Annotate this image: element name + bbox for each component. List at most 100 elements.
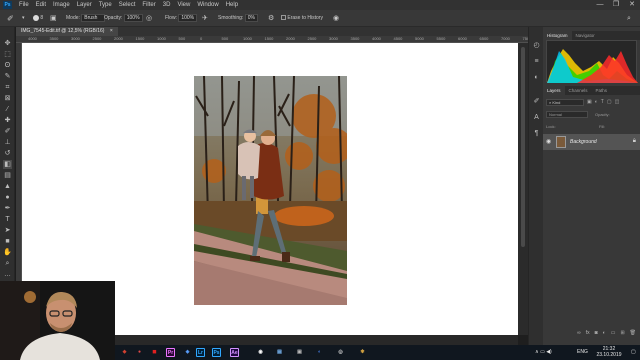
menu-file[interactable]: File <box>19 0 29 10</box>
filter-smart-object-icon[interactable]: ◫ <box>615 99 620 106</box>
quick-selection-tool-icon[interactable]: ✎ <box>3 72 12 81</box>
delete-layer-icon[interactable]: 🗑︎ <box>630 329 636 337</box>
erase-to-history-checkbox[interactable] <box>281 15 286 21</box>
menu-image[interactable]: Image <box>53 0 70 10</box>
paragraph-panel-icon[interactable]: ¶ <box>532 129 541 138</box>
menu-3d[interactable]: 3D <box>163 0 171 10</box>
menu-help[interactable]: Help <box>226 0 238 10</box>
filter-adjustment-icon[interactable]: ◐ <box>595 99 598 106</box>
photoshop-logo-icon[interactable]: Ps <box>3 1 12 9</box>
layer-style-icon[interactable]: fx <box>586 329 590 337</box>
new-layer-icon[interactable]: ⊞ <box>620 329 624 337</box>
adjustments-panel-icon[interactable]: ◐ <box>532 73 541 82</box>
new-adjustment-icon[interactable]: ◐ <box>603 329 606 337</box>
smoothing-settings-icon[interactable]: ⚙ <box>268 10 274 27</box>
taskbar-app-icon[interactable]: ◉ <box>256 348 265 357</box>
mode-select[interactable]: Brush <box>81 13 106 22</box>
type-tool-icon[interactable]: T <box>3 215 12 224</box>
erase-to-history-option[interactable]: Erase to History <box>281 10 323 27</box>
brush-tool-icon[interactable]: ✐ <box>3 127 12 136</box>
dodge-tool-icon[interactable]: ● <box>3 193 12 202</box>
language-indicator[interactable]: ENG <box>577 345 588 360</box>
lightroom-icon[interactable]: Lr <box>196 348 205 357</box>
blend-mode-select[interactable]: Normal <box>546 111 588 118</box>
taskbar-app-icon[interactable]: ◼ <box>150 348 159 357</box>
properties-panel-icon[interactable]: ≡ <box>532 57 541 66</box>
tab-navigator[interactable]: Navigator <box>572 31 599 40</box>
layer-name[interactable]: Background <box>570 134 597 150</box>
eyedropper-tool-icon[interactable]: ⁄ <box>3 105 12 114</box>
eraser-tool-icon[interactable]: ◧ <box>3 160 12 169</box>
taskbar-app-icon[interactable]: ◐ <box>315 348 324 357</box>
history-brush-tool-icon[interactable]: ↺ <box>3 149 12 158</box>
marquee-tool-icon[interactable]: ⬚ <box>3 50 12 59</box>
tray-chevron-icon[interactable]: ∧ <box>535 349 539 355</box>
crop-tool-icon[interactable]: ⌗ <box>3 83 12 92</box>
brush-settings-panel-icon[interactable]: ✐ <box>532 97 541 106</box>
tray-volume-icon[interactable]: ◀) <box>546 349 552 355</box>
scrollbar-thumb[interactable] <box>521 47 525 247</box>
close-tab-icon[interactable]: × <box>110 28 113 34</box>
tab-histogram[interactable]: Histogram <box>543 31 572 40</box>
lasso-tool-icon[interactable]: ʘ <box>3 61 12 70</box>
more-tools-icon[interactable]: … <box>3 270 12 279</box>
notifications-icon[interactable]: ▢ <box>631 345 636 360</box>
brush-preset-picker[interactable]: 8 <box>33 10 43 27</box>
tab-channels[interactable]: Channels <box>565 86 592 95</box>
taskbar-app-icon[interactable]: ◆ <box>120 348 129 357</box>
menu-layer[interactable]: Layer <box>77 0 92 10</box>
move-tool-icon[interactable]: ✥ <box>3 39 12 48</box>
healing-brush-tool-icon[interactable]: ✚ <box>3 116 12 125</box>
clone-stamp-tool-icon[interactable]: ⊥ <box>3 138 12 147</box>
menu-filter[interactable]: Filter <box>142 0 155 10</box>
menu-edit[interactable]: Edit <box>36 0 46 10</box>
clock[interactable]: 21:32 23.10.2019 <box>592 346 626 360</box>
taskbar-app-icon[interactable]: ▤ <box>275 348 284 357</box>
tool-preset-chevron-icon[interactable]: ▾ <box>22 10 25 27</box>
layer-row-background[interactable]: ◉ Background 🔒︎ <box>543 134 640 150</box>
frame-tool-icon[interactable]: ⊠ <box>3 94 12 103</box>
visibility-eye-icon[interactable]: ◉ <box>546 138 551 145</box>
opacity-field[interactable]: 100% <box>123 13 143 22</box>
layer-filter-kind[interactable]: ⌕ Kind <box>546 99 584 106</box>
close-window-button[interactable]: ✕ <box>624 0 640 10</box>
character-panel-icon[interactable]: A <box>532 113 541 122</box>
tray-network-icon[interactable]: ▭ <box>540 349 545 355</box>
smoothing-field[interactable]: 0% <box>244 13 258 22</box>
tab-paths[interactable]: Paths <box>592 86 612 95</box>
new-group-icon[interactable]: ▭ <box>611 329 616 337</box>
menu-type[interactable]: Type <box>99 0 112 10</box>
brush-settings-icon[interactable]: ▣ <box>50 10 57 27</box>
premiere-icon[interactable]: Pr <box>166 348 175 357</box>
document-tab[interactable]: IMG_7545-Edit.tif @ 12,5% (RGB/16) × <box>16 27 118 36</box>
blur-tool-icon[interactable]: ▲ <box>3 182 12 191</box>
filter-shape-icon[interactable]: ▢ <box>607 99 612 106</box>
pressure-opacity-icon[interactable]: ◎ <box>146 10 152 27</box>
hand-tool-icon[interactable]: ✋ <box>3 248 12 257</box>
zoom-tool-icon[interactable]: ⌕ <box>3 259 12 268</box>
taskbar-app-icon[interactable]: ▣ <box>295 348 304 357</box>
search-icon[interactable]: ⌕ <box>627 10 631 27</box>
eraser-tool-icon[interactable]: ✐ <box>7 10 14 27</box>
pressure-size-icon[interactable]: ◉ <box>333 10 339 27</box>
airbrush-icon[interactable]: ✈ <box>202 10 208 27</box>
filter-pixel-icon[interactable]: ▣ <box>587 99 592 106</box>
restore-button[interactable]: ❐ <box>608 0 624 10</box>
taskbar-app-icon[interactable]: ◎ <box>336 348 345 357</box>
menu-window[interactable]: Window <box>197 0 218 10</box>
menu-view[interactable]: View <box>177 0 190 10</box>
path-selection-tool-icon[interactable]: ➤ <box>3 226 12 235</box>
link-layers-icon[interactable]: ∞ <box>577 329 581 337</box>
tab-layers[interactable]: Layers <box>543 86 565 95</box>
vertical-scrollbar[interactable] <box>518 43 528 335</box>
filter-type-icon[interactable]: T <box>601 99 604 106</box>
rectangle-tool-icon[interactable]: ■ <box>3 237 12 246</box>
menu-select[interactable]: Select <box>119 0 136 10</box>
minimize-button[interactable]: — <box>592 0 608 10</box>
gradient-tool-icon[interactable]: ▤ <box>3 171 12 180</box>
after-effects-icon[interactable]: Ae <box>230 348 239 357</box>
pen-tool-icon[interactable]: ✒ <box>3 204 12 213</box>
taskbar-app-icon[interactable]: ◈ <box>183 348 192 357</box>
taskbar-app-icon[interactable]: ● <box>135 348 144 357</box>
flow-field[interactable]: 100% <box>178 13 198 22</box>
